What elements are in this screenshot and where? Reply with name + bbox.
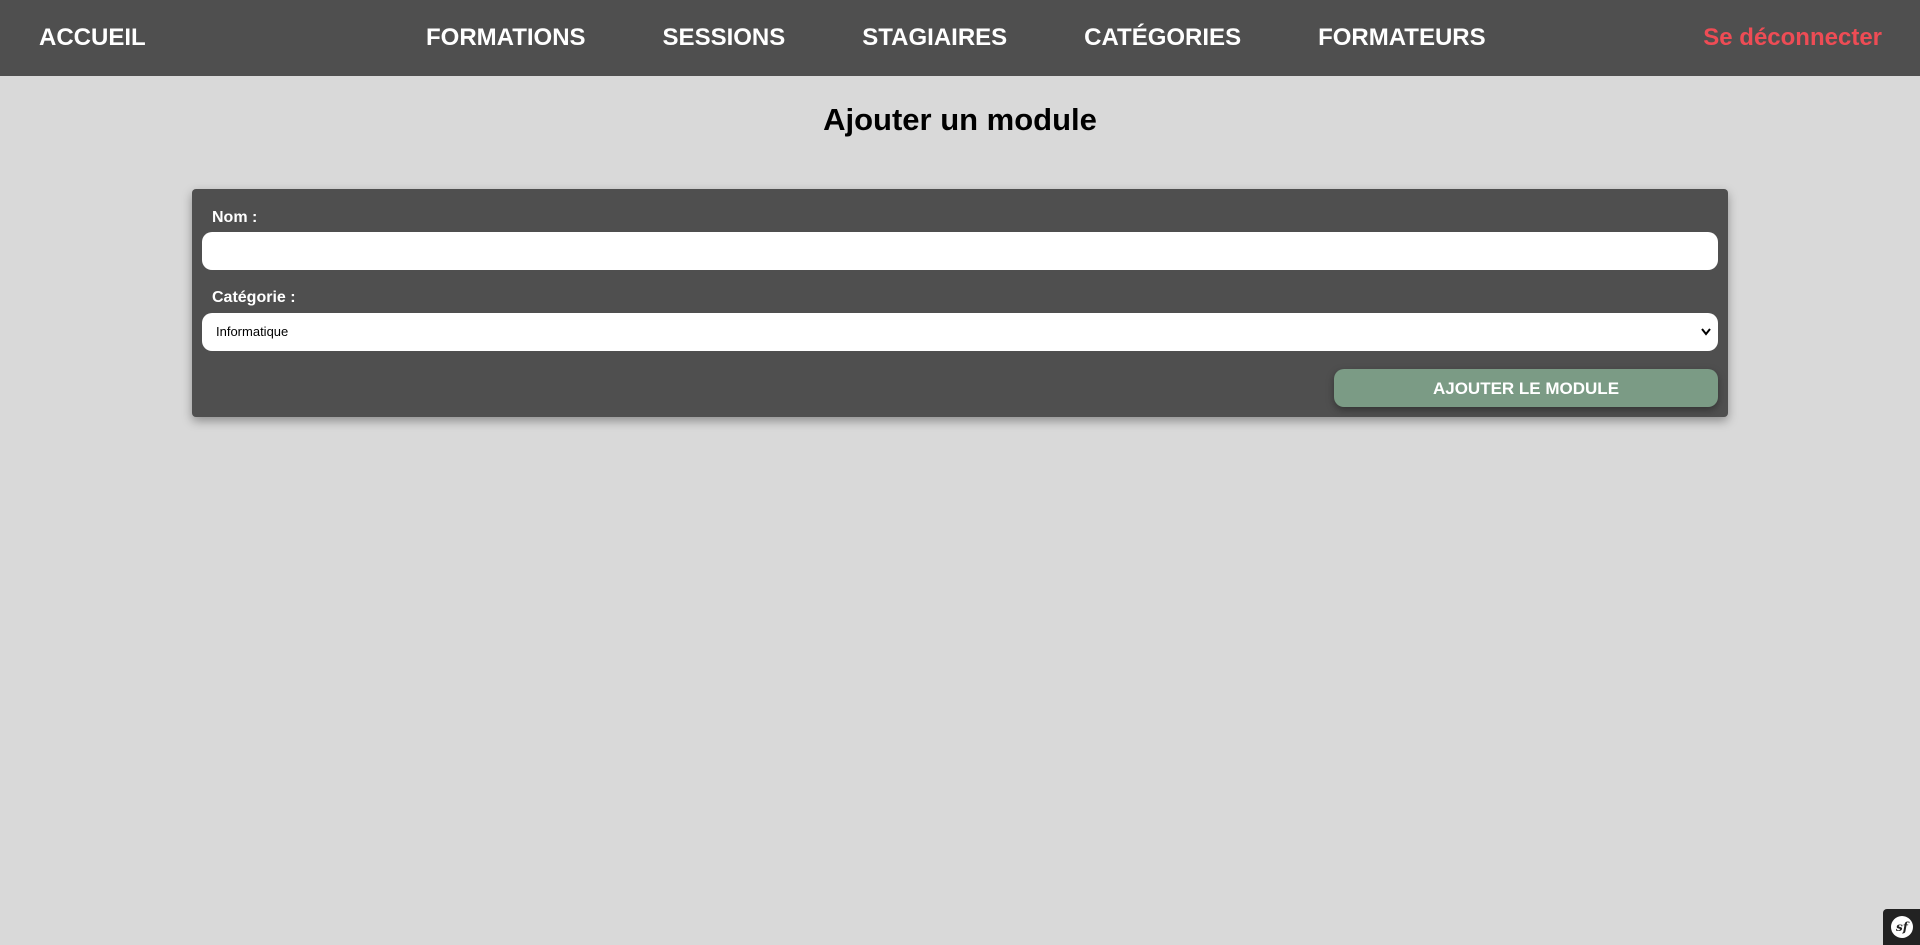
page-title: Ajouter un module [823, 102, 1097, 137]
category-field-label: Catégorie : [212, 289, 296, 306]
add-module-button[interactable]: AJOUTER LE MODULE [1334, 369, 1718, 407]
chevron-down-icon [1700, 313, 1712, 366]
nav-home-link[interactable]: ACCUEIL [39, 0, 146, 76]
nav-sessions-link[interactable]: SESSIONS [663, 0, 786, 76]
name-input[interactable] [202, 232, 1718, 270]
logout-link[interactable]: Se déconnecter [1703, 0, 1882, 76]
category-selected-value: Informatique [216, 324, 289, 339]
add-module-form: Nom : Catégorie : Informatique AJOUTER L… [192, 189, 1728, 417]
nav-main-links: FORMATIONS SESSIONS STAGIAIRES CATÉGORIE… [426, 0, 1486, 76]
top-navbar: ACCUEIL FORMATIONS SESSIONS STAGIAIRES C… [0, 0, 1920, 76]
nav-formations-link[interactable]: FORMATIONS [426, 0, 586, 76]
symfony-logo-icon: sf [1891, 916, 1913, 938]
symfony-debug-toolbar-toggle[interactable]: sf [1883, 909, 1920, 945]
nav-categories-link[interactable]: CATÉGORIES [1084, 0, 1241, 76]
category-select[interactable]: Informatique [202, 313, 1718, 351]
name-field-label: Nom : [212, 209, 258, 226]
nav-formateurs-link[interactable]: FORMATEURS [1318, 0, 1486, 76]
nav-stagiaires-link[interactable]: STAGIAIRES [862, 0, 1007, 76]
